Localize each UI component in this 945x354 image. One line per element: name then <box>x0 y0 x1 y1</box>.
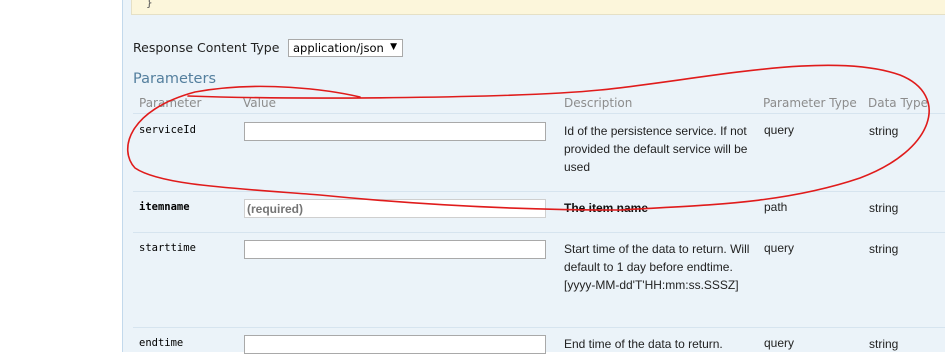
response-body-snippet: } <box>131 0 945 15</box>
param-name-itemname: itemname <box>139 201 190 213</box>
code-snippet-text: } <box>146 0 153 9</box>
parameters-title: Parameters <box>133 71 216 87</box>
param-desc-itemname: The item name <box>564 201 649 215</box>
response-content-type-label: Response Content Type <box>133 40 280 55</box>
param-type-starttime: query <box>764 241 795 255</box>
itemname-input[interactable] <box>244 199 546 218</box>
data-type-starttime: string <box>869 242 899 256</box>
row-divider <box>133 191 945 192</box>
param-type-serviceid: query <box>764 123 795 137</box>
serviceid-input[interactable] <box>244 122 546 141</box>
response-content-type-select[interactable]: application/json ▼ <box>288 39 403 57</box>
param-desc-endtime: End time of the data to return. <box>564 337 723 351</box>
param-name-serviceid: serviceId <box>139 124 196 136</box>
endtime-input[interactable] <box>244 335 546 354</box>
param-desc-starttime: Start time of the data to return. Will d… <box>564 242 750 292</box>
param-desc-serviceid: Id of the persistence service. If not pr… <box>564 124 748 174</box>
starttime-input[interactable] <box>244 240 546 259</box>
data-type-endtime: string <box>869 337 899 351</box>
param-name-starttime: starttime <box>139 242 196 254</box>
row-divider <box>133 113 945 114</box>
data-type-serviceid: string <box>869 124 899 138</box>
header-description: Description <box>564 96 633 110</box>
param-type-endtime: query <box>764 336 795 350</box>
row-divider <box>133 232 945 233</box>
header-data-type: Data Type <box>868 96 929 110</box>
row-divider <box>133 327 945 328</box>
data-type-itemname: string <box>869 201 899 215</box>
param-type-itemname: path <box>764 200 788 214</box>
header-parameter-type: Parameter Type <box>763 96 857 110</box>
chevron-down-icon: ▼ <box>390 42 397 52</box>
header-parameter: Parameter <box>139 96 202 110</box>
param-name-endtime: endtime <box>139 337 184 349</box>
header-value: Value <box>243 96 276 110</box>
response-content-type-value: application/json <box>293 41 384 55</box>
